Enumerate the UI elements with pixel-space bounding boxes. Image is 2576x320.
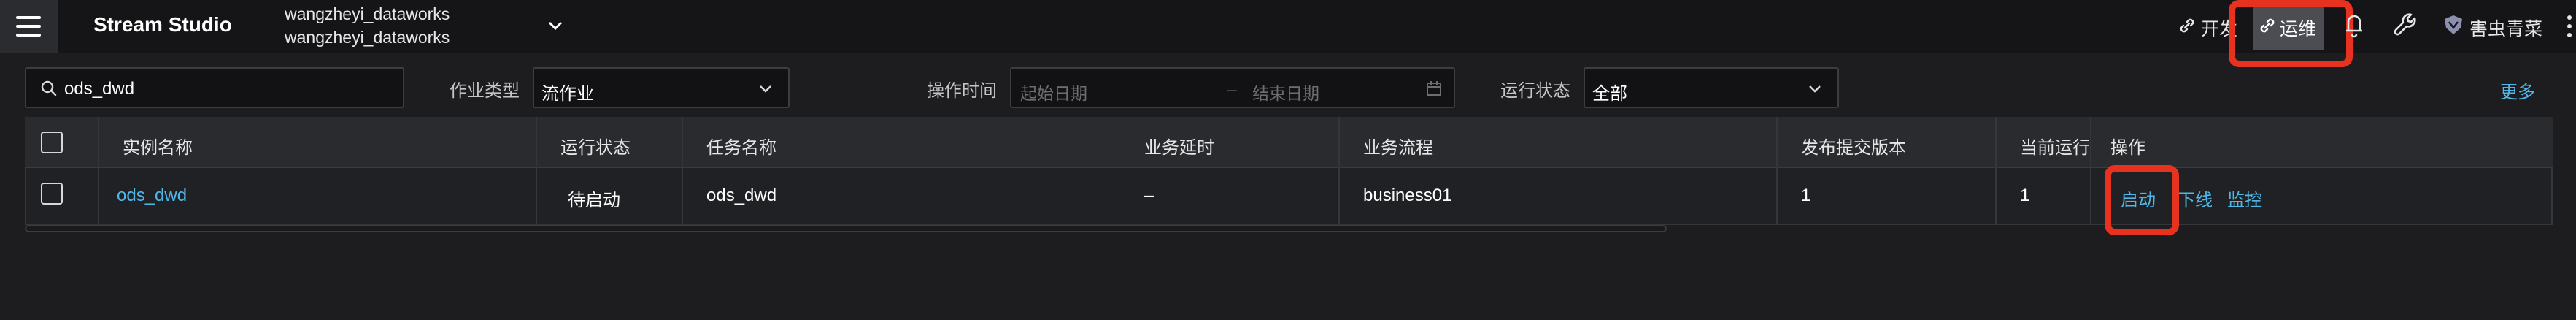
highlight-ops-tab bbox=[2229, 0, 2353, 67]
date-separator: – bbox=[1227, 80, 1237, 99]
column-header-business-flow[interactable]: 业务流程 bbox=[1363, 133, 1433, 159]
column-header-published-version[interactable]: 发布提交版本 bbox=[1801, 133, 1906, 159]
run-status-label: 运行状态 bbox=[1500, 81, 1570, 101]
instance-name-link[interactable]: ods_dwd bbox=[117, 186, 187, 206]
column-header-run-status[interactable]: 运行状态 bbox=[560, 133, 630, 159]
run-status-value: 全部 bbox=[1592, 84, 1627, 104]
bell-icon[interactable] bbox=[2341, 10, 2367, 39]
hamburger-menu-icon[interactable] bbox=[0, 0, 58, 53]
column-header-current-run[interactable]: 当前运行 bbox=[2020, 133, 2090, 159]
table-header bbox=[25, 117, 2553, 168]
chevron-down-icon bbox=[760, 85, 771, 93]
task-name-cell: ods_dwd bbox=[706, 186, 777, 205]
operation-time-label: 操作时间 bbox=[927, 81, 997, 101]
monitor-button[interactable]: 监控 bbox=[2227, 186, 2262, 211]
current-run-cell: 1 bbox=[2020, 186, 2030, 205]
workspace-name: wangzheyi_dataworks bbox=[285, 4, 450, 23]
horizontal-scrollbar[interactable] bbox=[25, 225, 1667, 232]
link-icon bbox=[2180, 18, 2194, 33]
search-icon bbox=[41, 80, 57, 96]
more-vertical-icon[interactable] bbox=[2564, 10, 2575, 42]
offline-button[interactable]: 下线 bbox=[2178, 186, 2213, 211]
published-version-cell: 1 bbox=[1801, 186, 1811, 205]
column-header-instance-name[interactable]: 实例名称 bbox=[123, 133, 193, 159]
wrench-icon[interactable] bbox=[2391, 9, 2423, 41]
highlight-start-action bbox=[2105, 165, 2179, 235]
user-badge-icon bbox=[2445, 15, 2462, 34]
app-title: Stream Studio bbox=[93, 13, 232, 36]
row-checkbox[interactable] bbox=[41, 183, 63, 205]
search-input[interactable]: ods_dwd bbox=[25, 67, 404, 108]
run-status-select[interactable]: 全部 bbox=[1584, 67, 1839, 108]
run-status-cell: 待启动 bbox=[568, 191, 620, 210]
column-header-actions: 操作 bbox=[2110, 138, 2145, 158]
business-delay-cell: – bbox=[1144, 186, 1154, 205]
start-date-input[interactable]: 起始日期 bbox=[1020, 80, 1087, 104]
date-range-picker[interactable]: 起始日期 – 结束日期 bbox=[1010, 67, 1455, 108]
search-input-value: ods_dwd bbox=[64, 79, 135, 99]
end-date-input[interactable]: 结束日期 bbox=[1252, 80, 1319, 104]
calendar-icon bbox=[1427, 81, 1441, 96]
job-type-value: 流作业 bbox=[541, 84, 594, 104]
column-header-task-name[interactable]: 任务名称 bbox=[706, 133, 776, 159]
user-name: 害虫青菜 bbox=[2469, 19, 2543, 39]
user-menu[interactable]: 害虫青菜 bbox=[2442, 9, 2566, 42]
job-type-select[interactable]: 流作业 bbox=[533, 67, 790, 108]
workspace-switcher[interactable]: wangzheyi_dataworks wangzheyi_dataworks bbox=[285, 1, 576, 50]
business-flow-cell: business01 bbox=[1363, 186, 1452, 205]
select-all-checkbox[interactable] bbox=[41, 132, 63, 153]
workspace-id: wangzheyi_dataworks bbox=[285, 28, 450, 47]
chevron-down-icon bbox=[1809, 85, 1821, 93]
job-type-label: 作业类型 bbox=[450, 81, 520, 101]
chevron-down-icon bbox=[548, 21, 563, 31]
more-filters-link[interactable]: 更多 bbox=[2500, 77, 2535, 103]
column-header-business-delay[interactable]: 业务延时 bbox=[1144, 133, 1214, 159]
